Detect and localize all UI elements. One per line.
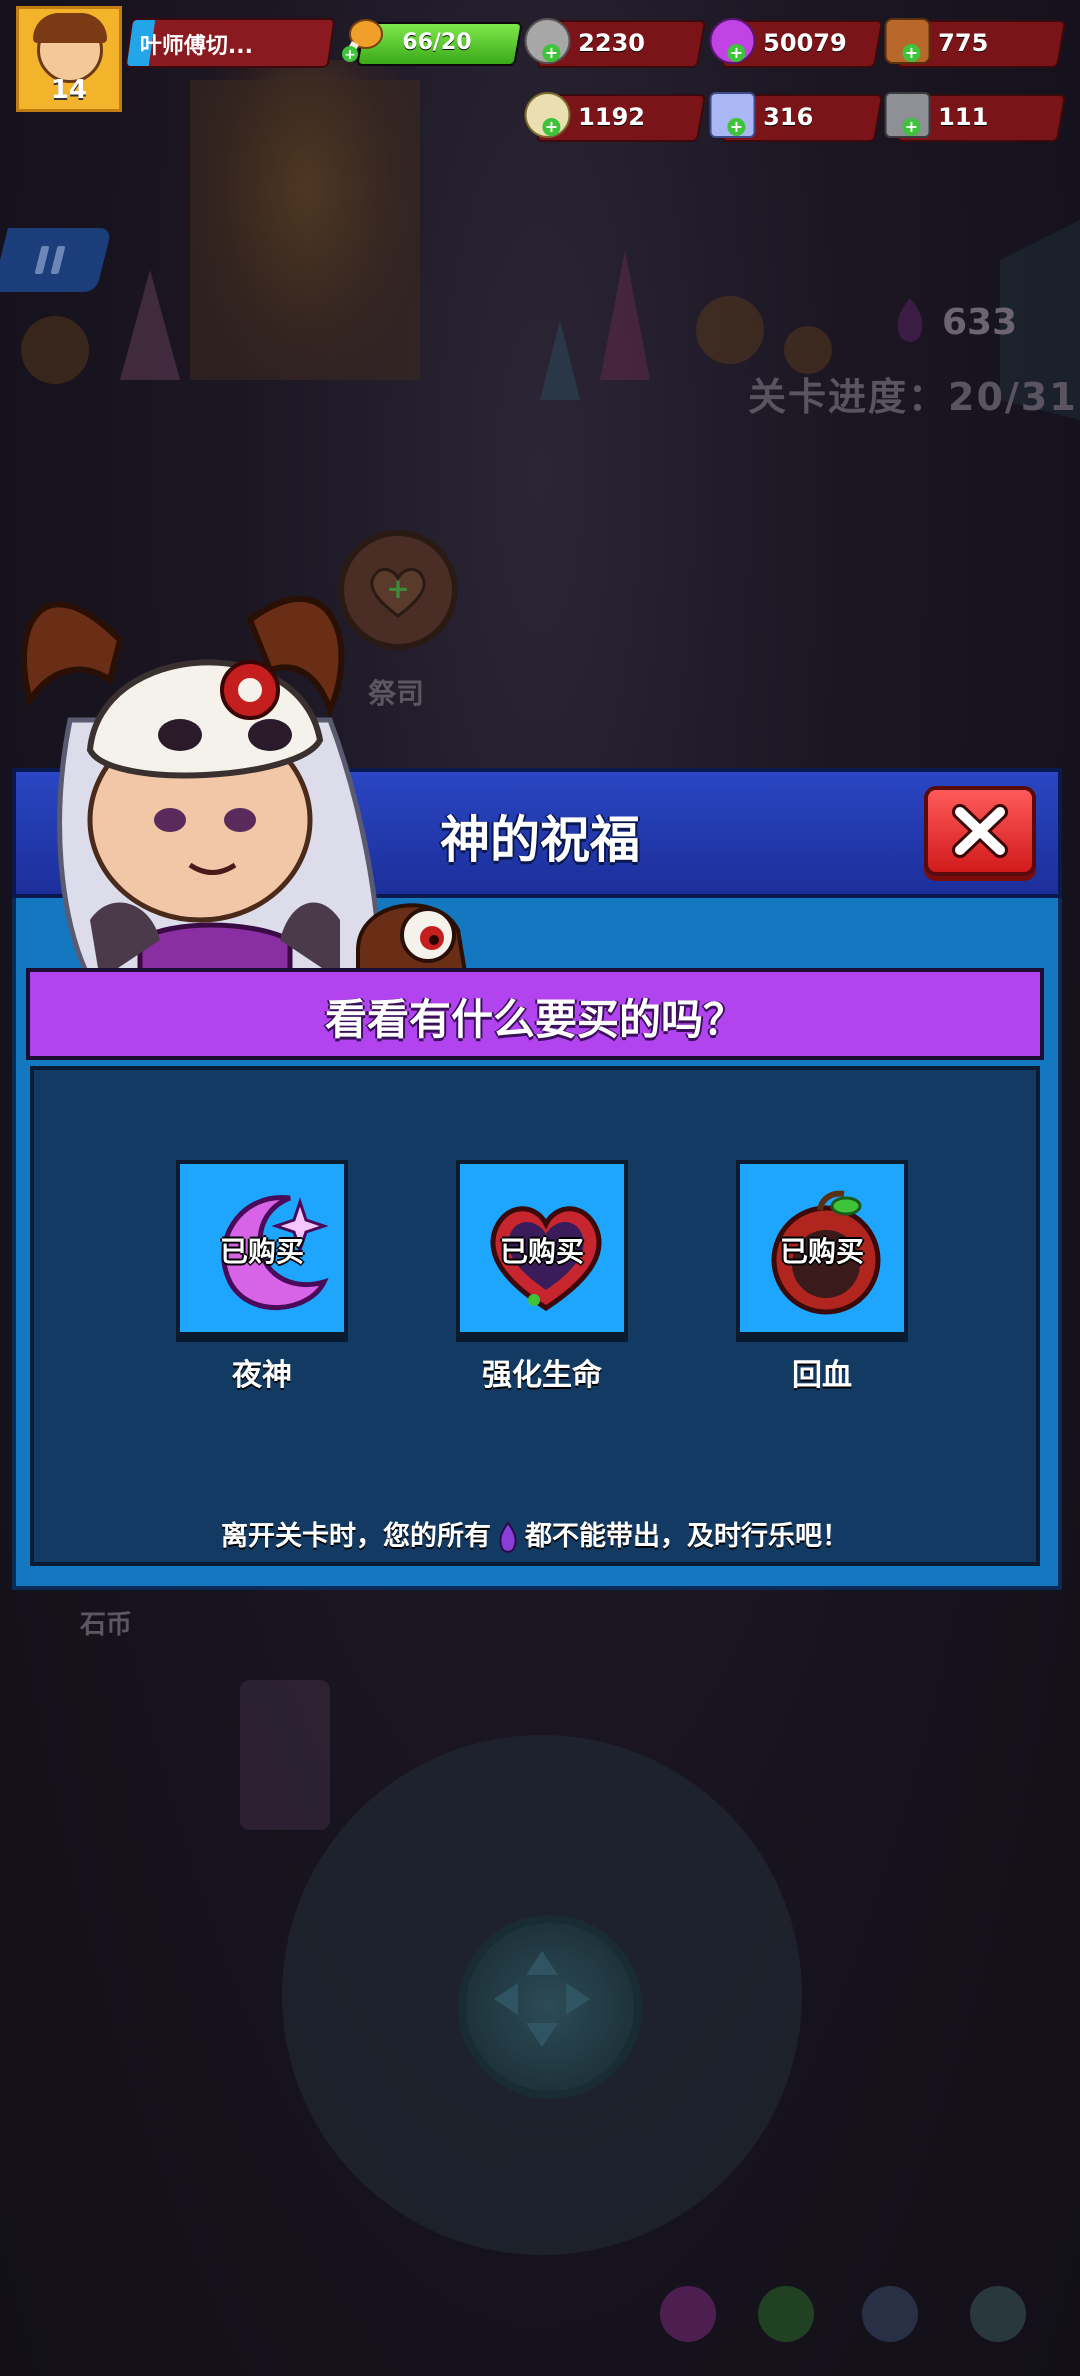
add-shell-icon[interactable]: + [542,117,561,136]
wood-counter[interactable]: + 775 [884,18,1067,68]
add-stone-icon[interactable]: + [542,43,561,62]
joystick-knob[interactable] [458,1915,642,2099]
purple-gem-icon [499,1521,517,1553]
wind-skill-icon[interactable] [862,2286,918,2342]
item-status: 已购买 [219,1235,304,1268]
stone-counter[interactable]: + 2230 [524,18,707,68]
energy-value: 66/20 [402,30,472,55]
footer-text-before: 离开关卡时，您的所有 [221,1521,491,1552]
close-icon [952,804,1008,858]
stone-value: 2230 [578,29,645,57]
avatar-hair [33,13,107,43]
item-name: 强化生命 [482,1358,602,1393]
add-iron-icon[interactable]: + [902,117,921,136]
svg-text:+: + [344,47,356,62]
stone-coin-label: 石币 [80,1610,133,1640]
swirl-skill-icon[interactable] [758,2286,814,2342]
player-level: 14 [50,75,88,105]
crystal-counter[interactable]: + 316 [709,92,884,142]
add-wood-icon[interactable]: + [902,43,921,62]
item-name: 回血 [792,1358,852,1393]
question-text: 看看有什么要买的吗？ [324,995,745,1044]
orb-value: 50079 [763,29,847,57]
player-avatar[interactable]: 14 [16,6,122,112]
pause-icon-bar-left [34,246,50,274]
footer-note: 离开关卡时，您的所有 都不能带出，及时行乐吧！ [30,1514,1040,1554]
add-crystal-icon[interactable]: + [727,117,746,136]
cloud-skill-icon[interactable] [970,2286,1026,2342]
move-arrows-icon [494,1951,590,2047]
item-status: 已购买 [779,1235,864,1268]
drumstick-icon: + [342,19,383,62]
dark-gem-icon [897,298,923,342]
iron-counter[interactable]: + 111 [884,92,1067,142]
player-name: 叶师傅切... [139,34,253,59]
add-orb-icon[interactable]: + [727,43,746,62]
item-name: 夜神 [232,1358,292,1393]
moon-skill-icon[interactable] [660,2286,716,2342]
iron-value: 111 [938,103,989,131]
orb-counter[interactable]: + 50079 [709,18,884,68]
level-progress: 关卡进度：20/31 [748,375,1078,419]
wood-value: 775 [938,29,989,57]
pause-button[interactable] [0,228,112,292]
gem-count: 633 [942,302,1018,343]
footer-text-after: 都不能带出，及时行乐吧！ [525,1521,849,1552]
shop-item-night-god[interactable]: 已购买 [176,1160,348,1336]
pause-icon-bar-right [50,246,66,274]
shop-item-heal[interactable]: 已购买 [736,1160,908,1336]
shop-item-enhance-life[interactable]: 已购买 [456,1160,628,1336]
item-status: 已购买 [499,1235,584,1268]
shell-value: 1192 [578,103,645,131]
crystal-value: 316 [763,103,814,131]
shell-counter[interactable]: + 1192 [524,92,707,142]
close-button[interactable] [924,786,1036,876]
player-name-bar[interactable]: 叶师傅切... [124,18,336,68]
